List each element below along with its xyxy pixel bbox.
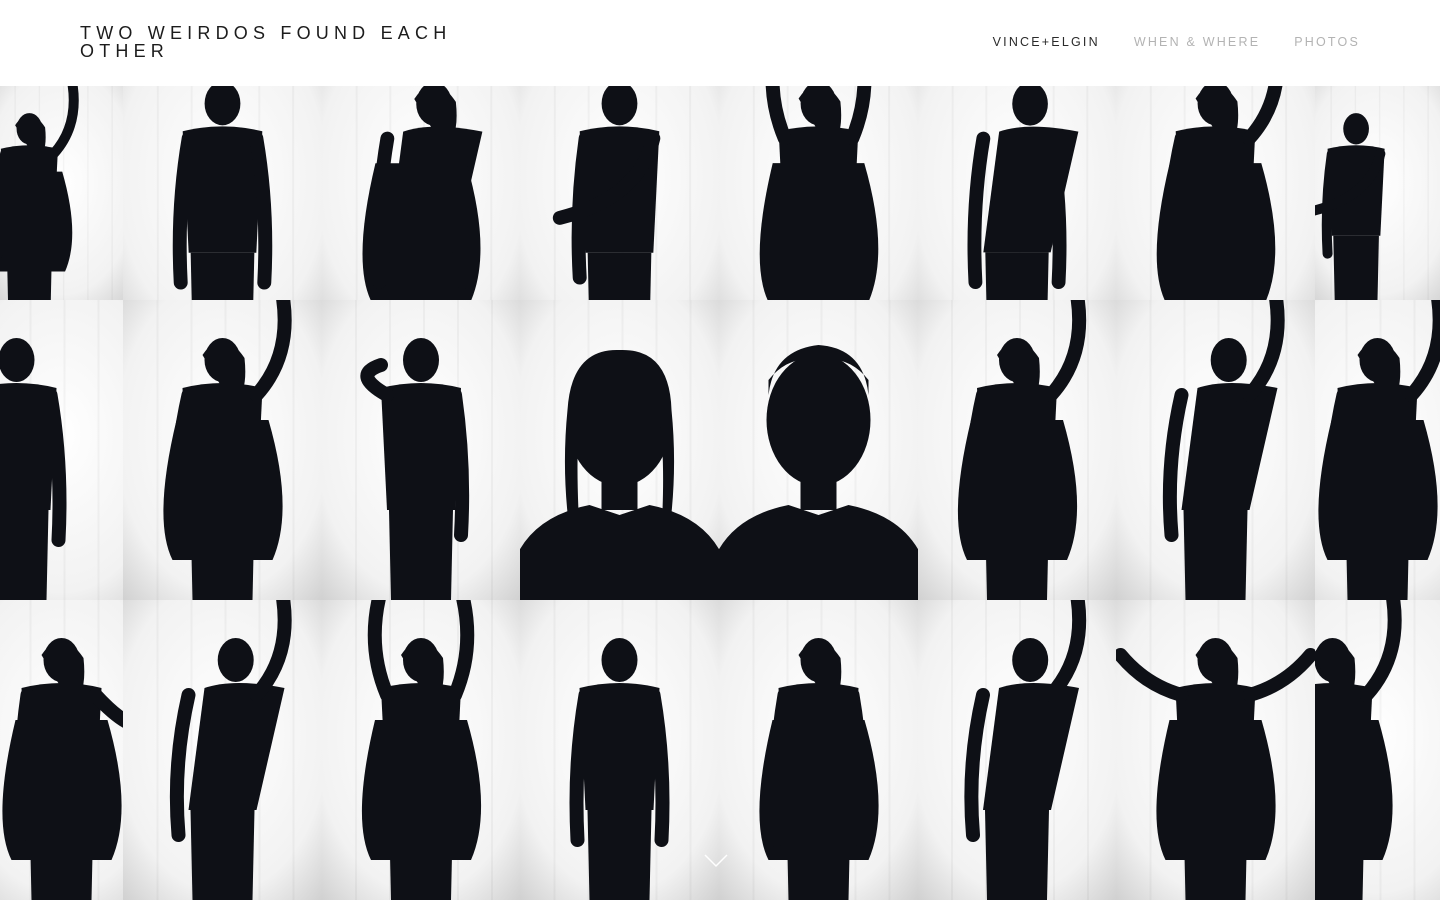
photo-silhouette <box>1116 600 1315 900</box>
gallery-photo[interactable] <box>520 600 719 900</box>
gallery-photo[interactable] <box>322 86 520 300</box>
photo-silhouette <box>520 86 719 300</box>
gallery-photo[interactable] <box>719 300 918 600</box>
site-title[interactable]: TWO WEIRDOS FOUND EACH OTHER <box>80 24 500 60</box>
photo-silhouette <box>1315 600 1440 900</box>
gallery-photo[interactable] <box>1315 86 1440 300</box>
gallery-photo[interactable] <box>1116 600 1315 900</box>
photo-silhouette <box>520 600 719 900</box>
gallery-photo[interactable] <box>520 86 719 300</box>
photo-silhouette <box>719 300 918 600</box>
photo-silhouette <box>1315 86 1440 300</box>
gallery-photo[interactable] <box>1116 300 1315 600</box>
gallery-photo[interactable] <box>322 300 520 600</box>
gallery-photo[interactable] <box>0 300 123 600</box>
photo-silhouette <box>0 600 123 900</box>
gallery-photo[interactable] <box>123 86 322 300</box>
photo-silhouette <box>0 86 123 300</box>
nav-item-photos[interactable]: PHOTOS <box>1294 35 1360 49</box>
gallery-photo[interactable] <box>322 600 520 900</box>
photo-silhouette <box>123 86 322 300</box>
photo-silhouette <box>719 86 918 300</box>
photo-silhouette <box>1315 300 1440 600</box>
gallery-photo[interactable] <box>0 600 123 900</box>
chevron-down-icon <box>704 854 728 868</box>
photo-silhouette <box>322 86 520 300</box>
gallery-photo[interactable] <box>1315 600 1440 900</box>
gallery-photo[interactable] <box>0 86 123 300</box>
photo-gallery <box>0 86 1440 900</box>
photo-silhouette <box>918 600 1116 900</box>
gallery-photo[interactable] <box>918 86 1116 300</box>
gallery-photo[interactable] <box>918 300 1116 600</box>
gallery-photo[interactable] <box>719 86 918 300</box>
site-header: TWO WEIRDOS FOUND EACH OTHER VINCE+ELGIN… <box>0 0 1440 86</box>
nav-item-when-where[interactable]: WHEN & WHERE <box>1134 35 1260 49</box>
photo-silhouette <box>918 86 1116 300</box>
photo-silhouette <box>719 600 918 900</box>
main-nav: VINCE+ELGIN WHEN & WHERE PHOTOS <box>993 35 1360 49</box>
gallery-photo[interactable] <box>719 600 918 900</box>
photo-silhouette <box>1116 300 1315 600</box>
gallery-photo[interactable] <box>520 300 719 600</box>
photo-silhouette <box>1116 86 1315 300</box>
gallery-photo[interactable] <box>1116 86 1315 300</box>
scroll-down-button[interactable] <box>703 852 729 870</box>
photo-silhouette <box>0 300 123 600</box>
nav-item-vince-elgin[interactable]: VINCE+ELGIN <box>993 35 1100 49</box>
photo-silhouette <box>918 300 1116 600</box>
photo-silhouette <box>123 600 322 900</box>
gallery-photo[interactable] <box>123 300 322 600</box>
photo-silhouette <box>322 300 520 600</box>
photo-silhouette <box>123 300 322 600</box>
gallery-photo[interactable] <box>918 600 1116 900</box>
photo-silhouette <box>322 600 520 900</box>
photo-silhouette <box>520 300 719 600</box>
gallery-photo[interactable] <box>123 600 322 900</box>
gallery-photo[interactable] <box>1315 300 1440 600</box>
